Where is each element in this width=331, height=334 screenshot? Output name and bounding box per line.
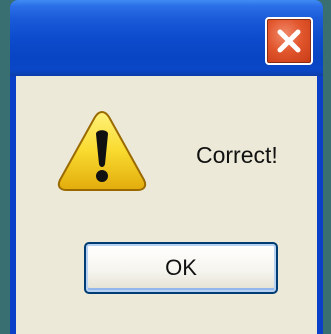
title-bar[interactable] [10, 0, 323, 76]
close-icon [277, 29, 301, 53]
message-text: Correct! [196, 142, 278, 168]
close-button[interactable] [265, 17, 313, 65]
warning-icon [57, 110, 147, 191]
dialog-body: Correct! OK [16, 76, 317, 334]
ok-button[interactable]: OK [84, 242, 278, 294]
message-dialog: Correct! OK [10, 0, 323, 334]
